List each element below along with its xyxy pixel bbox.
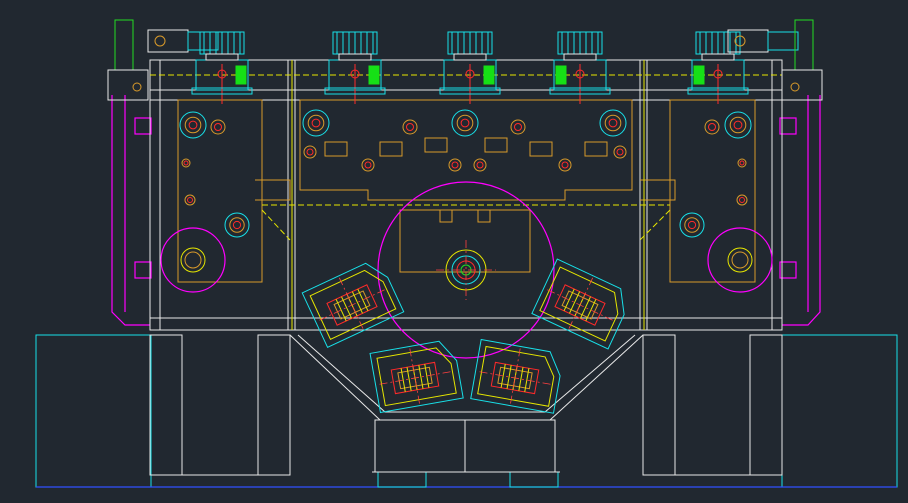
roller-assembly bbox=[470, 338, 561, 414]
bearing-icon bbox=[473, 158, 487, 172]
bearing-icon bbox=[599, 109, 627, 137]
bearing-icon bbox=[181, 158, 191, 168]
bearing-icon bbox=[302, 109, 330, 137]
bearing-icon bbox=[303, 145, 317, 159]
bearing-icon bbox=[184, 194, 196, 206]
bearing-icon bbox=[210, 119, 226, 135]
bearing-icon bbox=[679, 212, 705, 238]
bearing-icon bbox=[402, 119, 418, 135]
bearing-icon bbox=[510, 119, 526, 135]
motor-assembly bbox=[324, 31, 386, 104]
internal-structure bbox=[177, 99, 756, 283]
bearing-icon bbox=[558, 158, 572, 172]
roller-assembly bbox=[369, 340, 464, 414]
roller-assembly bbox=[301, 262, 405, 348]
bearing-icon bbox=[736, 194, 748, 206]
bearing-icon bbox=[224, 212, 250, 238]
motor-assembly bbox=[549, 31, 611, 104]
bearings bbox=[179, 109, 752, 238]
motor-assembly bbox=[439, 31, 501, 104]
bearing-icon bbox=[361, 158, 375, 172]
bearing-icon bbox=[451, 109, 479, 137]
motor-assembly bbox=[687, 31, 749, 104]
bearing-icon bbox=[704, 119, 720, 135]
bearing-icon bbox=[724, 111, 752, 139]
cad-drawing-canvas[interactable] bbox=[0, 0, 908, 503]
central-drum bbox=[377, 181, 555, 359]
side-motor bbox=[727, 29, 799, 53]
bearing-icon bbox=[613, 145, 627, 159]
bearing-icon bbox=[179, 111, 207, 139]
side-motor bbox=[147, 29, 219, 53]
motor-assembly bbox=[191, 31, 253, 104]
bearing-icon bbox=[737, 158, 747, 168]
bearing-icon bbox=[448, 158, 462, 172]
motor-assemblies bbox=[147, 29, 799, 104]
